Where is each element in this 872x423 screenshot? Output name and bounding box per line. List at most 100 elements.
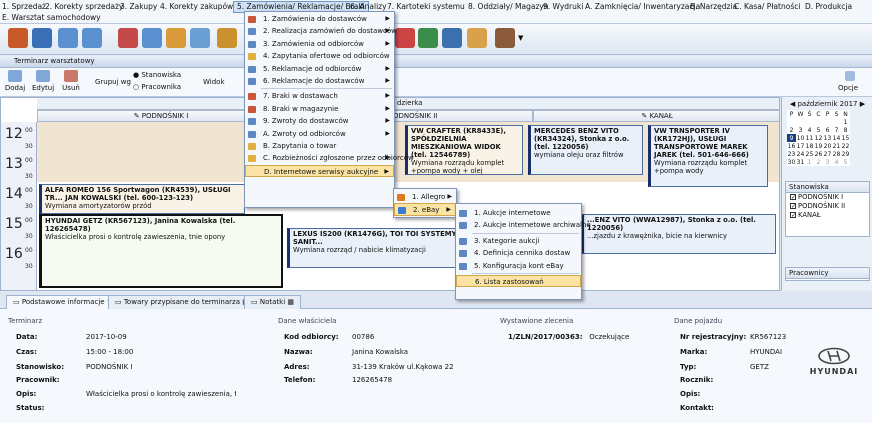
- menu-item[interactable]: 9. Zwroty do dostawców ▶: [245, 115, 394, 127]
- menu-zamkniecia[interactable]: A. Zamknięcia/ Inwentaryzacja: [585, 2, 700, 12]
- day-cell[interactable]: 1: [841, 118, 850, 126]
- day-cell[interactable]: 31: [796, 158, 805, 166]
- day-cell[interactable]: 2: [787, 126, 796, 134]
- menu-item[interactable]: C. Rozbieżności zgłoszone przez odbiorcó…: [245, 152, 414, 164]
- appointment-card[interactable]: VW CRAFTER (KR8433E), SPÓŁDZIELNIA MIESZ…: [405, 125, 523, 175]
- day-cell[interactable]: 4: [832, 158, 841, 166]
- menu-item[interactable]: 1. Zamówienia do dostawców ▶: [245, 13, 394, 25]
- menu-korekty-sprzedazy[interactable]: 2. Korekty sprzedaży: [45, 2, 123, 12]
- folder-icon[interactable]: [190, 28, 210, 48]
- edit-button[interactable]: Edytuj: [32, 70, 54, 92]
- box-icon[interactable]: [166, 28, 186, 48]
- box-icon[interactable]: [217, 28, 237, 48]
- day-cell[interactable]: 23: [787, 150, 796, 158]
- day-cell[interactable]: [805, 118, 814, 126]
- menu-item[interactable]: 6. Reklamacje do dostawców ▶: [245, 75, 394, 87]
- day-cell[interactable]: 30: [787, 158, 796, 166]
- document-icon[interactable]: [142, 28, 162, 48]
- add-button[interactable]: Dodaj: [4, 70, 26, 92]
- menu-item-aukcyjne[interactable]: D. Internetowe serwisy aukcyjne ▶: [245, 164, 394, 178]
- day-cell[interactable]: 19: [814, 142, 823, 150]
- day-cell[interactable]: 17: [796, 142, 805, 150]
- day-cell[interactable]: 27: [823, 150, 832, 158]
- day-cell[interactable]: 15: [841, 134, 850, 142]
- day-cell[interactable]: 14: [832, 134, 841, 142]
- appointment-card[interactable]: VW TRNSPORTER IV (KR172HJ), USŁUGI TRANS…: [648, 125, 768, 187]
- day-cell[interactable]: 12: [814, 134, 823, 142]
- day-cell[interactable]: 6: [823, 126, 832, 134]
- menu-warsztat[interactable]: E. Warsztat samochodowy: [2, 13, 101, 23]
- radio-stanowiska[interactable]: ● Stanowiska: [133, 71, 181, 79]
- menu-item[interactable]: 2. Realizacja zamówień do dostawców ▶: [245, 25, 397, 37]
- checkbox-podnosnik-2[interactable]: ✓ PODNOŚNIK II: [786, 202, 869, 211]
- menu-item[interactable]: 4. Definicja cennika dostaw: [456, 247, 581, 259]
- menu-item-lista-zastosowan[interactable]: 6. Lista zastosowań: [456, 274, 581, 288]
- day-cell[interactable]: 2: [814, 158, 823, 166]
- day-cell[interactable]: 4: [805, 126, 814, 134]
- day-cell[interactable]: [814, 118, 823, 126]
- day-cell[interactable]: 11: [805, 134, 814, 142]
- day-cell[interactable]: 22: [841, 142, 850, 150]
- menu-sprzedaz[interactable]: 1. Sprzedaż: [2, 2, 46, 12]
- menu-item[interactable]: 5. Reklamacje od odbiorców ▶: [245, 63, 394, 75]
- day-cell[interactable]: 28: [832, 150, 841, 158]
- tab-notatki[interactable]: ▭ Notatki ▦: [244, 295, 301, 309]
- user-icon[interactable]: [495, 28, 515, 48]
- appointment-card[interactable]: ...ENZ VITO (WWA12987), Stonka z o.o. (t…: [581, 214, 776, 254]
- day-cell[interactable]: [832, 118, 841, 126]
- day-cell[interactable]: 5: [814, 126, 823, 134]
- document-icon[interactable]: [58, 28, 78, 48]
- day-cell-selected[interactable]: 9: [787, 134, 796, 142]
- menu-item-ebay[interactable]: 2. eBay ▶: [394, 203, 456, 216]
- order-link[interactable]: 1/ZLN/2017/00363: Oczekujące: [508, 333, 629, 342]
- menu-korekty-zakupow[interactable]: 4. Korekty zakupów: [160, 2, 233, 12]
- menu-wydruki[interactable]: 9. Wydruki: [543, 2, 583, 12]
- appointment-card[interactable]: MERCEDES BENZ VITO (KR34324), Stonka z o…: [528, 125, 643, 175]
- menu-narzedzia[interactable]: B. Narzędzia: [690, 2, 737, 12]
- day-cell[interactable]: 3: [796, 126, 805, 134]
- day-cell[interactable]: 24: [796, 150, 805, 158]
- checkbox-kanal[interactable]: ✓ KANAŁ: [786, 211, 869, 220]
- users-icon[interactable]: [418, 28, 438, 48]
- mini-calendar[interactable]: PWŚCPSN 1 2345678 9 10 11 12 13 14 15 16 17 18 19…: [787, 110, 850, 166]
- document-icon[interactable]: [118, 28, 138, 48]
- menu-item[interactable]: 1. Aukcje internetowe: [456, 207, 581, 219]
- arrow-icon[interactable]: [32, 28, 52, 48]
- day-cell[interactable]: 25: [805, 150, 814, 158]
- pracownicy-group[interactable]: Pracownicy: [785, 267, 870, 281]
- day-cell[interactable]: 10: [796, 134, 805, 142]
- users-icon[interactable]: [442, 28, 462, 48]
- menu-item[interactable]: 2. Aukcje internetowe archiwalne: [456, 219, 591, 231]
- day-cell[interactable]: 13: [823, 134, 832, 142]
- invoice-icon[interactable]: [8, 28, 28, 48]
- calendar-next-icon[interactable]: ▶: [858, 100, 865, 108]
- day-cell[interactable]: 3: [823, 158, 832, 166]
- options-icon[interactable]: [845, 71, 855, 81]
- document-icon[interactable]: [82, 28, 102, 48]
- day-cell[interactable]: 29: [841, 150, 850, 158]
- day-cell[interactable]: 21: [832, 142, 841, 150]
- tab-towary[interactable]: ▭ Towary przypisane do terminarza ▦: [108, 295, 256, 309]
- appointment-card[interactable]: ALFA ROMEO 156 Sportwagon (KR4539), USŁU…: [39, 184, 245, 214]
- menu-kasa[interactable]: C. Kasa/ Płatności: [734, 2, 800, 12]
- day-cell[interactable]: 20: [823, 142, 832, 150]
- chevron-down-icon[interactable]: ▼: [518, 34, 523, 42]
- delete-button[interactable]: Usuń: [60, 70, 82, 92]
- menu-item-allegro[interactable]: 1. Allegro ▶: [394, 191, 456, 203]
- menu-kartoteki[interactable]: 7. Kartoteki systemu: [387, 2, 465, 12]
- appointment-card[interactable]: LEXUS IS200 (KR1476G), TOI TOI SYSTEMY S…: [287, 228, 462, 268]
- options-button[interactable]: Opcje: [838, 84, 858, 92]
- day-cell[interactable]: 26: [814, 150, 823, 158]
- radio-pracownika[interactable]: ○ Pracownika: [133, 83, 181, 91]
- tab-podstawowe[interactable]: ▭ Podstawowe informacje ✎: [6, 295, 120, 309]
- day-cell[interactable]: [823, 118, 832, 126]
- day-cell[interactable]: 8: [841, 126, 850, 134]
- menu-zakupy[interactable]: 3. Zakupy: [120, 2, 157, 12]
- day-cell[interactable]: 5: [841, 158, 850, 166]
- day-cell[interactable]: [787, 118, 796, 126]
- menu-item[interactable]: B. Zapytania o towar: [245, 140, 394, 152]
- menu-item[interactable]: 3. Zamówienia od odbiorców ▶: [245, 38, 394, 50]
- menu-item[interactable]: A. Zwroty od odbiorców ▶: [245, 128, 394, 140]
- tools-icon[interactable]: [395, 28, 415, 48]
- menu-item[interactable]: 7. Braki w dostawach ▶: [245, 90, 394, 102]
